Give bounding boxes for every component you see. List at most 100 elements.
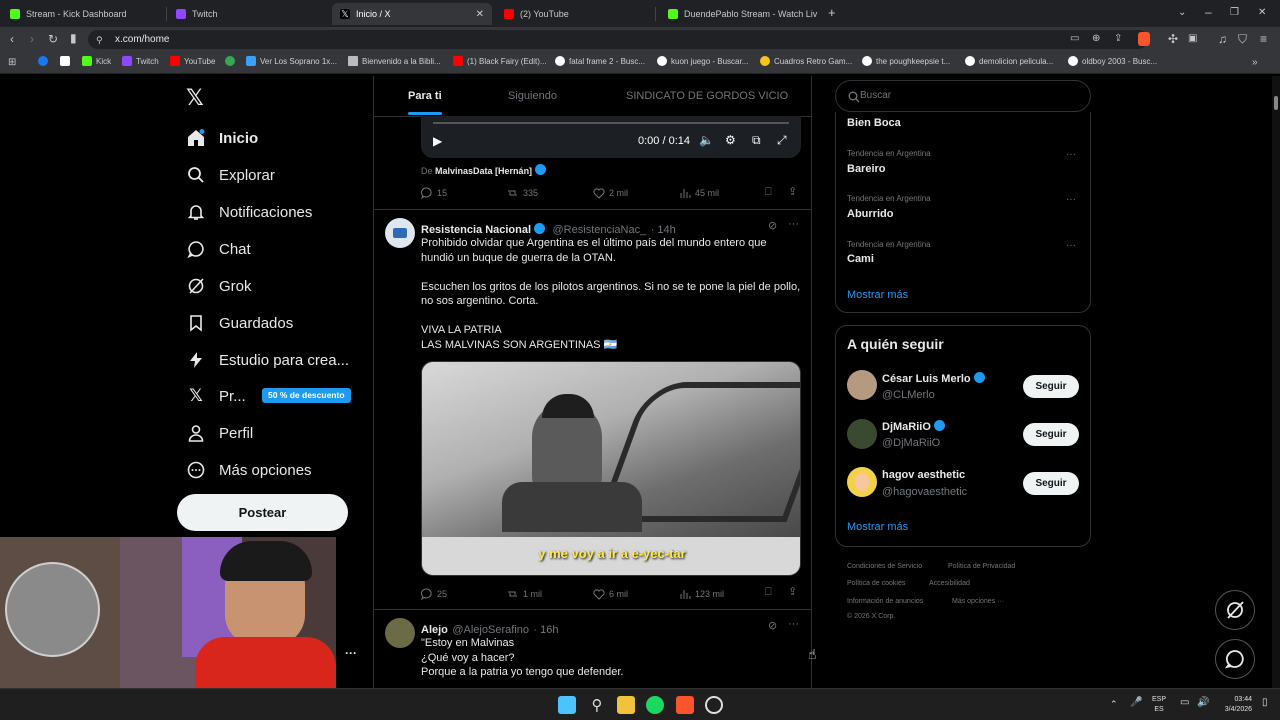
bookmark-cuadros[interactable]: Cuadros Retro Gam... [760, 56, 852, 66]
reply-button[interactable]: 15 [421, 187, 447, 199]
settings-icon[interactable]: ⚙ [725, 133, 736, 147]
nav-perfil[interactable]: Perfil [185, 418, 253, 448]
suggestion-handle[interactable]: @hagovaesthetic [882, 486, 967, 498]
vpn-icon[interactable]: ⛉ [1238, 33, 1247, 45]
share-icon[interactable]: ⇪ [1114, 33, 1122, 45]
footer-ads[interactable]: Información de anuncios [847, 598, 923, 605]
bookmark-page-icon[interactable]: ▮ [70, 32, 77, 44]
zoom-icon[interactable]: ⊕ [1092, 33, 1100, 45]
chat-float-button[interactable] [1215, 639, 1255, 679]
follow-button[interactable]: Seguir [1023, 423, 1079, 446]
page-scrollbar[interactable] [1272, 76, 1280, 688]
more-icon[interactable]: ··· [1066, 149, 1076, 160]
suggestion-name[interactable]: César Luis Merlo [882, 372, 988, 385]
repost-button[interactable]: 335 [506, 187, 538, 199]
suggestion-handle[interactable]: @CLMerlo [882, 389, 935, 401]
footer-privacy[interactable]: Política de Privacidad [948, 563, 1015, 570]
share-icon[interactable]: ⇪ [788, 185, 797, 198]
author-name[interactable]: Alejo [421, 624, 448, 636]
views-button[interactable]: 45 mil [679, 187, 719, 199]
footer-accessibility[interactable]: Accesibilidad [929, 580, 970, 587]
tab-duendepablo-stream[interactable]: DuendePablo Stream - Watch Liv [660, 3, 820, 25]
chevron-up-icon[interactable]: ⌃ [1110, 699, 1118, 709]
sidebar-icon[interactable]: ▣ [1188, 33, 1197, 45]
trend-item[interactable]: Bareiro [847, 163, 886, 175]
like-button[interactable]: 2 mil [593, 187, 628, 199]
video-source-name[interactable]: MalvinasData [Hernán] [435, 166, 532, 176]
pip-icon[interactable]: ⧉ [752, 133, 761, 148]
nav-notificaciones[interactable]: Notificaciones [185, 197, 312, 227]
show-more-suggestions-link[interactable]: Mostrar más [847, 521, 908, 533]
nav-inicio[interactable]: Inicio [185, 123, 258, 153]
forward-icon[interactable]: › [30, 33, 34, 45]
suggestion-name[interactable]: DjMaRiiO [882, 420, 948, 433]
reload-icon[interactable]: ↻ [48, 33, 58, 45]
avatar[interactable] [847, 467, 877, 497]
tweet-time[interactable]: · 14h [651, 224, 676, 236]
bookmark-icon[interactable]: ⎕ [765, 186, 772, 199]
minimize-icon[interactable]: – [1205, 6, 1212, 18]
tab-sindicato[interactable]: SINDICATO DE GORDOS VICIO [626, 90, 788, 102]
brave-icon[interactable] [676, 696, 694, 714]
show-more-trends-link[interactable]: Mostrar más [847, 289, 908, 301]
settings-icon[interactable] [705, 696, 723, 714]
bookmark-biblioteca[interactable]: Bienvenido a la Bibli... [348, 56, 441, 66]
apps-grid-icon[interactable]: ⊞ [8, 57, 16, 69]
footer-terms[interactable]: Condiciones de Servicio [847, 563, 922, 570]
bookmark-x[interactable] [60, 56, 74, 66]
share-icon[interactable]: ⇪ [788, 585, 797, 598]
follow-button[interactable]: Seguir [1023, 472, 1079, 495]
bookmark-black-fairy[interactable]: (1) Black Fairy (Edit)... [453, 56, 547, 66]
bookmark-kick[interactable]: Kick [82, 56, 111, 66]
trend-item[interactable]: Cami [847, 253, 874, 265]
avatar[interactable] [847, 370, 877, 400]
avatar[interactable] [847, 419, 877, 449]
like-button[interactable]: 6 mil [593, 588, 628, 600]
suggestion-handle[interactable]: @DjMaRiiO [882, 437, 940, 449]
bookmark-soprano[interactable]: Ver Los Soprano 1x... [246, 56, 337, 66]
grok-icon[interactable]: ⊘ [768, 219, 777, 232]
reply-button[interactable]: 25 [421, 588, 447, 600]
author-handle[interactable]: @AlejoSerafino [452, 624, 529, 636]
bookmark-poughkeepsie[interactable]: the poughkeepsie t... [862, 56, 950, 66]
more-bookmarks-icon[interactable]: » [1252, 57, 1258, 69]
views-button[interactable]: 123 mil [679, 588, 724, 600]
bookmark-fatal-frame[interactable]: fatal frame 2 - Busc... [555, 56, 645, 66]
tweet-video[interactable]: y me voy a ir a e-yec-tar [421, 361, 801, 576]
tab-twitch[interactable]: Twitch [168, 3, 331, 25]
notifications-icon[interactable]: ▯ [1262, 698, 1268, 708]
footer-more[interactable]: Más opciones ··· [952, 598, 1004, 605]
nav-chat[interactable]: Chat [185, 234, 251, 264]
volume-icon[interactable]: 🔈 [699, 133, 714, 147]
suggestion-name[interactable]: hagov aesthetic [882, 469, 965, 481]
trend-item[interactable]: Aburrido [847, 208, 893, 220]
mic-icon[interactable]: 🎤 [1130, 698, 1142, 708]
brave-shield-icon[interactable] [1138, 32, 1150, 46]
windows-start-icon[interactable] [558, 696, 576, 714]
bookmark-oldboy[interactable]: oldboy 2003 - Busc... [1068, 56, 1157, 66]
nav-grok[interactable]: Grok [185, 271, 252, 301]
trend-item[interactable]: Bien Boca [847, 117, 901, 129]
tab-siguiendo[interactable]: Siguiendo [508, 90, 557, 102]
bookmark-facebook[interactable] [38, 56, 52, 66]
avatar[interactable] [385, 618, 415, 648]
bookmark-green[interactable] [225, 56, 239, 66]
nav-guardados[interactable]: Guardados [185, 308, 293, 338]
menu-icon[interactable]: ≡ [1260, 33, 1267, 45]
tab-kick-dashboard[interactable]: Stream - Kick Dashboard [2, 3, 167, 25]
media-icon[interactable]: ♫ [1218, 33, 1227, 45]
new-tab-icon[interactable]: + [828, 6, 836, 19]
extensions-icon[interactable]: ✣ [1168, 33, 1178, 45]
close-window-icon[interactable]: ✕ [1258, 7, 1266, 19]
nav-mas-opciones[interactable]: Más opciones [185, 455, 312, 485]
nav-estudio[interactable]: Estudio para crea... [185, 345, 349, 375]
language-indicator[interactable]: ESP ES [1152, 695, 1166, 715]
bookmark-twitch[interactable]: Twitch [122, 56, 159, 66]
bookmark-youtube[interactable]: YouTube [170, 56, 215, 66]
bookmark-demolicion[interactable]: demolicion pelicula... [965, 56, 1053, 66]
tab-search-icon[interactable]: ⌄ [1178, 7, 1186, 19]
install-app-icon[interactable]: ▭ [1070, 33, 1079, 45]
maximize-icon[interactable]: ❐ [1230, 7, 1239, 19]
tab-youtube[interactable]: (2) YouTube [496, 3, 656, 25]
bookmark-kuon[interactable]: kuon juego - Buscar... [657, 56, 748, 66]
